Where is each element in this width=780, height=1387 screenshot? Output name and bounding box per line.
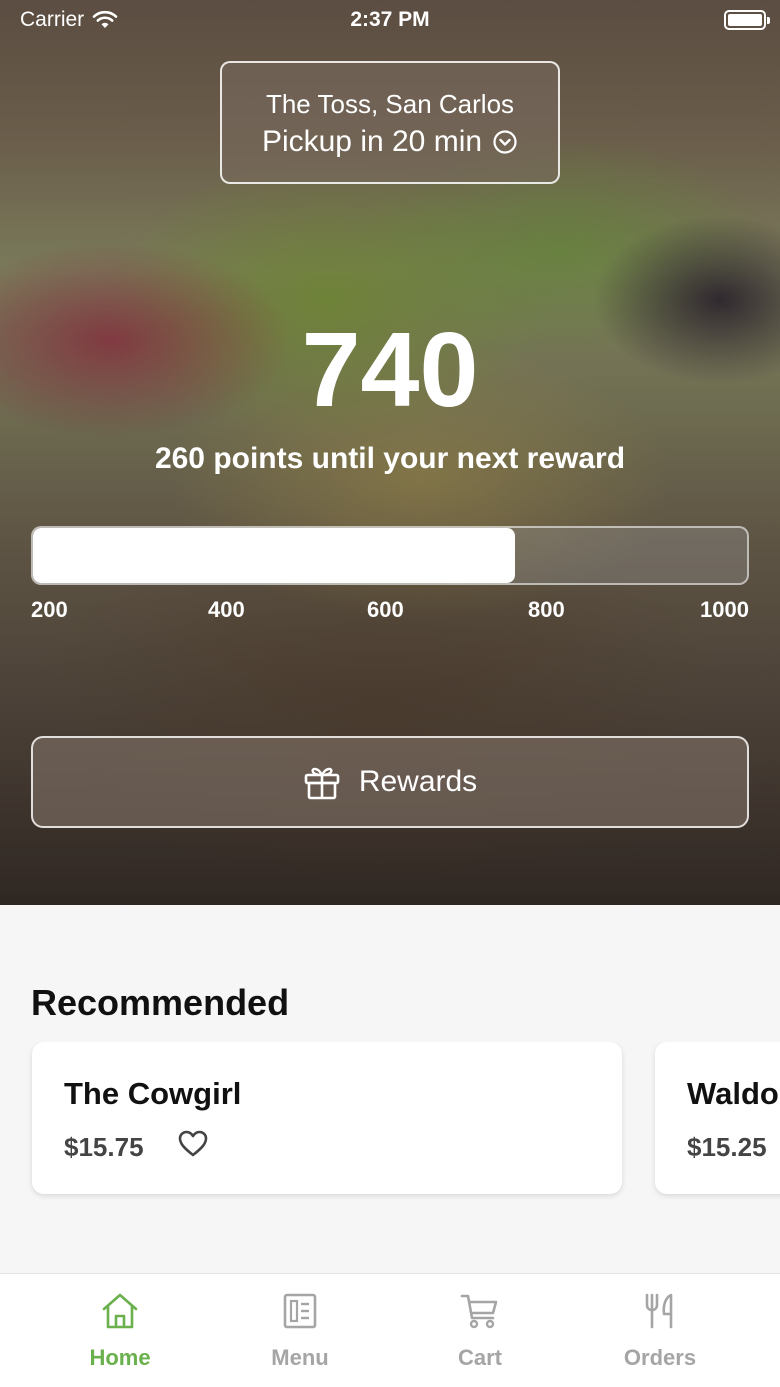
progress-tick: 400 — [208, 597, 245, 622]
recommended-card[interactable]: Waldor $15.25 — [655, 1042, 780, 1194]
rewards-button[interactable]: Rewards — [31, 736, 749, 828]
heart-icon[interactable] — [178, 1130, 208, 1158]
tab-orders[interactable]: Orders — [570, 1274, 750, 1387]
item-price: $15.75 — [64, 1132, 144, 1162]
item-name: Waldor — [687, 1076, 780, 1111]
progress-tick: 800 — [528, 597, 565, 622]
recommended-title: Recommended — [31, 982, 290, 1023]
progress-ticks: 200 400 600 800 1000 — [31, 597, 749, 623]
tab-label: Cart — [457, 1345, 502, 1370]
tab-label: Menu — [271, 1345, 329, 1370]
recommended-list[interactable]: The Cowgirl $15.75 Waldor $15.25 — [0, 1042, 780, 1202]
pickup-row: Pickup in 20 min — [222, 125, 558, 159]
progress-tick: 1000 — [700, 597, 749, 622]
tab-label: Home — [89, 1345, 151, 1370]
tab-bar: Home Menu Cart Orders — [0, 1273, 780, 1387]
item-price: $15.25 — [687, 1132, 767, 1162]
tab-menu[interactable]: Menu — [210, 1274, 390, 1387]
points-value: 740 — [301, 311, 479, 429]
rewards-label: Rewards — [358, 765, 478, 798]
pickup-time: Pickup in 20 min — [261, 125, 483, 158]
location-selector[interactable]: The Toss, San Carlos Pickup in 20 min — [220, 61, 560, 184]
tab-cart[interactable]: Cart — [390, 1274, 570, 1387]
status-time: 2:37 PM — [350, 8, 430, 31]
utensils-icon — [645, 1293, 673, 1329]
points-caption: 260 points until your next reward — [154, 442, 626, 475]
status-bar: Carrier 2:37 PM — [0, 0, 780, 40]
battery-icon — [724, 10, 770, 30]
progress-tick: 200 — [31, 597, 68, 622]
menu-icon — [283, 1293, 317, 1329]
chevron-down-circle-icon — [493, 130, 517, 154]
recommended-card[interactable]: The Cowgirl $15.75 — [32, 1042, 622, 1194]
item-name: The Cowgirl — [64, 1076, 242, 1111]
home-icon — [102, 1293, 138, 1329]
progress-tick: 600 — [367, 597, 404, 622]
tab-home[interactable]: Home — [30, 1274, 210, 1387]
location-name: The Toss, San Carlos — [265, 89, 515, 119]
cart-icon — [460, 1294, 498, 1329]
points-progress-fill — [33, 528, 515, 583]
gift-icon — [304, 767, 340, 800]
points-progress-bar — [31, 526, 749, 585]
tab-label: Orders — [623, 1345, 697, 1370]
